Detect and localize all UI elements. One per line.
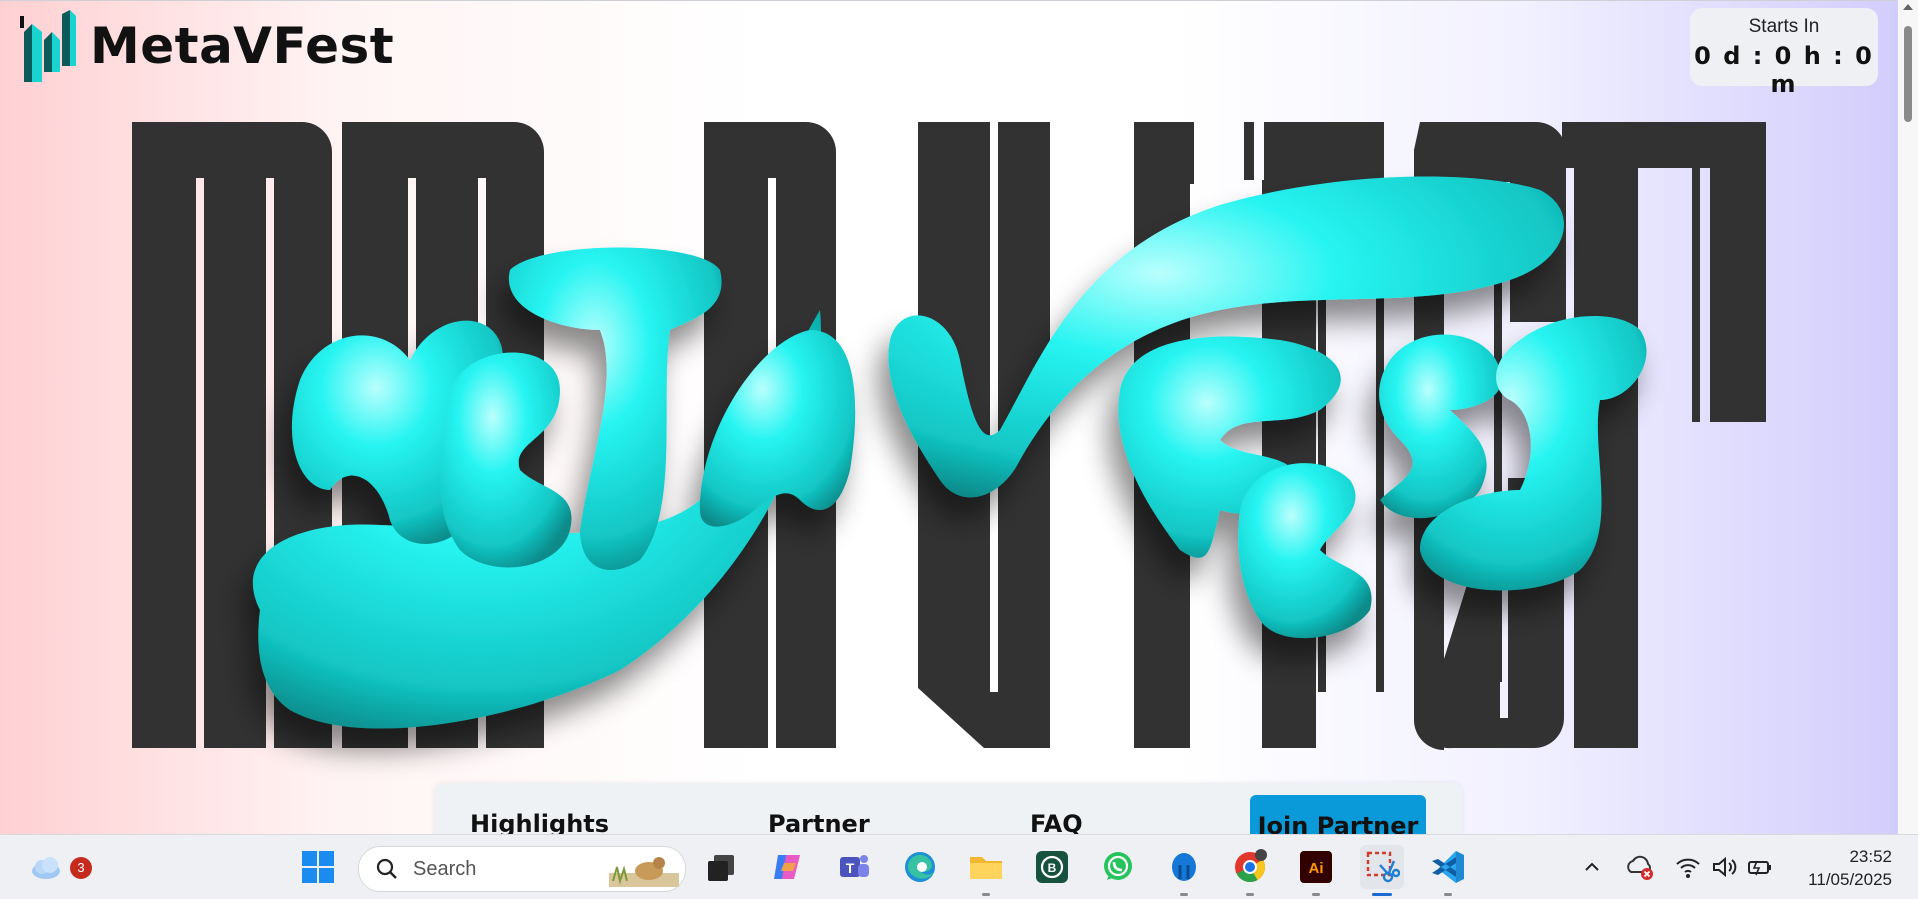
start-button[interactable]: [296, 845, 340, 889]
nav-faq[interactable]: FAQ: [1030, 810, 1083, 834]
whatsapp-button[interactable]: [1096, 845, 1140, 889]
volume-control[interactable]: [1704, 845, 1744, 889]
metavfest-logo-icon: [20, 10, 76, 82]
whatsapp-icon: [1104, 852, 1132, 880]
top-border: [0, 0, 1898, 1]
file-explorer-indicator: [982, 893, 990, 896]
file-explorer-button[interactable]: [964, 845, 1008, 889]
snipping-tool-icon: [1366, 851, 1400, 883]
snipping-tool-button[interactable]: [1360, 845, 1404, 889]
nav-highlights[interactable]: Highlights: [470, 810, 609, 834]
vscode-icon: [1432, 851, 1464, 883]
search-placeholder: Search: [413, 858, 477, 880]
weather-badge: 3: [70, 857, 92, 879]
chrome-button[interactable]: [1228, 845, 1272, 889]
join-partner-button[interactable]: Join Partner: [1250, 795, 1426, 834]
svg-text:T: T: [846, 860, 855, 876]
tray-chevron-icon: [1585, 862, 1599, 871]
clock-time: 23:52: [1849, 847, 1892, 866]
snipping-tool-active-indicator: [1372, 893, 1392, 896]
scroll-up-arrow-icon[interactable]: [1903, 4, 1913, 10]
file-explorer-icon: [970, 857, 1002, 879]
countdown-label: Starts In: [1748, 16, 1820, 37]
teams-button[interactable]: T: [832, 845, 876, 889]
illustrator-button[interactable]: Ai: [1294, 845, 1338, 889]
countdown-box: Starts In 0 d : 0 h : 0 m: [1690, 8, 1878, 98]
taskbar-search[interactable]: Search: [358, 846, 686, 892]
nav-partner[interactable]: Partner: [768, 810, 870, 834]
windows-taskbar: 3 Search T B Ai 23:52 11/05/2025: [0, 834, 1918, 899]
section-nav: Highlights Partner FAQ Join Partner: [434, 783, 1462, 834]
whatsapp-business-button[interactable]: B: [1030, 845, 1074, 889]
onedrive-indicator: [1180, 893, 1188, 896]
whatsapp-business-icon: B: [1036, 851, 1068, 883]
teams-icon: T: [840, 855, 869, 877]
tray-overflow-button[interactable]: [1570, 845, 1614, 889]
wifi-status[interactable]: [1668, 845, 1708, 889]
clock-date: 11/05/2025: [1808, 870, 1892, 889]
browser-viewport: MetaVFest Starts In 0 d : 0 h : 0 m High…: [0, 0, 1898, 834]
cloud-sync-error-icon: [1627, 855, 1653, 880]
windows-start-icon: [302, 851, 334, 883]
cloud-sync-status[interactable]: [1620, 845, 1660, 889]
edge-icon: [905, 852, 936, 882]
weather-icon: [32, 857, 60, 879]
chrome-icon: [1235, 849, 1267, 882]
search-icon: [376, 858, 397, 879]
site-logo[interactable]: MetaVFest: [18, 10, 394, 82]
battery-status[interactable]: [1740, 845, 1780, 889]
edge-button[interactable]: [898, 845, 942, 889]
illustrator-indicator: [1312, 893, 1320, 896]
battery-icon: [1748, 860, 1771, 876]
weather-widget[interactable]: 3: [24, 845, 92, 889]
site-title: MetaVFest: [90, 17, 395, 75]
vscode-indicator: [1444, 893, 1452, 896]
svg-text:B: B: [1048, 861, 1057, 875]
onedrive-icon: [1172, 853, 1196, 881]
hero-artwork: [132, 122, 1766, 750]
countdown-value: 0 d : 0 h : 0 m: [1694, 42, 1874, 98]
illustrator-icon: Ai: [1300, 851, 1332, 883]
chrome-indicator: [1246, 893, 1254, 896]
volume-icon: [1713, 856, 1737, 878]
copilot-button[interactable]: [766, 845, 810, 889]
search-highlight-image-icon: [609, 857, 679, 887]
svg-text:Ai: Ai: [1309, 860, 1324, 877]
scroll-thumb[interactable]: [1904, 26, 1912, 122]
task-view-icon: [708, 855, 734, 881]
vscode-button[interactable]: [1426, 845, 1470, 889]
onedrive-button[interactable]: [1162, 845, 1206, 889]
task-view-button[interactable]: [700, 845, 744, 889]
vertical-scrollbar[interactable]: [1898, 0, 1918, 834]
wifi-icon: [1676, 858, 1700, 878]
copilot-icon: [774, 855, 800, 879]
system-clock[interactable]: 23:52 11/05/2025: [1788, 845, 1892, 891]
